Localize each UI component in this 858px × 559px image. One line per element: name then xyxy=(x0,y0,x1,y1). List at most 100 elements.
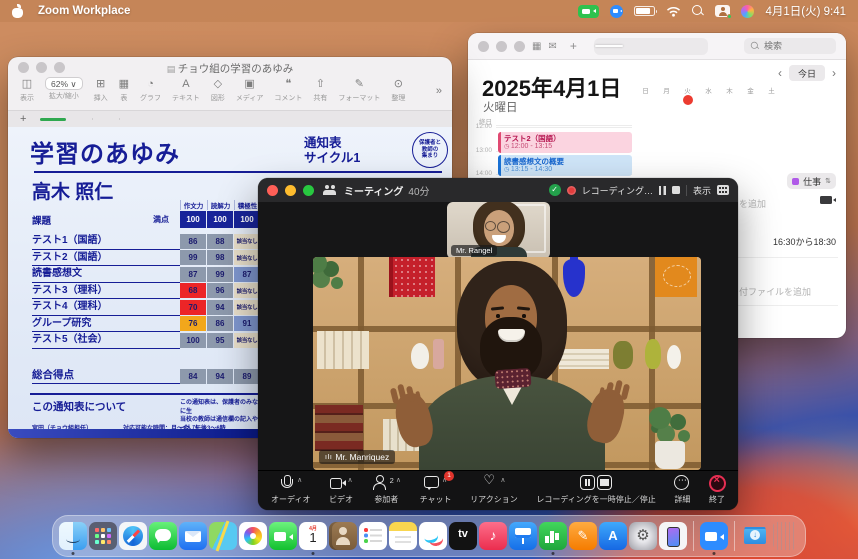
chat-button[interactable]: ∧ 1 チャット xyxy=(420,475,452,505)
calendar-titlebar[interactable]: + xyxy=(468,33,846,60)
mini-calendar-day[interactable] xyxy=(698,127,719,138)
menu-bar-clock[interactable]: 4月1日(火) 9:41 xyxy=(765,3,846,19)
mini-calendar-day[interactable] xyxy=(761,148,782,159)
zoom-titlebar[interactable]: ミーティング 40分 ✓ レコーディング… 表示 xyxy=(258,178,738,202)
participant-thumbnail-video[interactable]: Mr. Rangel xyxy=(447,202,550,259)
score-cell[interactable]: 76 xyxy=(180,316,206,331)
dock-icon-numbers[interactable] xyxy=(539,522,567,550)
mini-calendar-day[interactable] xyxy=(719,95,740,106)
mini-calendar-day[interactable] xyxy=(740,116,761,127)
event-test2-kokugo[interactable]: テスト2（国語） 12:00 - 13:15 xyxy=(498,132,632,153)
mini-calendar-day[interactable] xyxy=(635,137,656,148)
total-cell[interactable]: 84 xyxy=(180,369,206,384)
mini-calendar-day[interactable] xyxy=(677,95,698,106)
mini-calendar-day[interactable] xyxy=(740,106,761,117)
score-cell[interactable]: 86 xyxy=(207,316,233,331)
dock-icon-freeform[interactable] xyxy=(419,522,447,550)
score-cell[interactable]: 87 xyxy=(180,267,206,282)
event-dokusho-kansobun[interactable]: 読書感想文の概要 13:15 - 14:30 xyxy=(498,155,632,176)
search-input[interactable] xyxy=(764,41,824,51)
mini-calendar-day[interactable] xyxy=(740,127,761,138)
score-cell[interactable]: 該当なし xyxy=(234,250,260,265)
calendar-list-icon[interactable] xyxy=(532,41,541,52)
dock-icon-photos[interactable] xyxy=(239,522,267,550)
search-field[interactable] xyxy=(744,38,836,54)
mini-calendar-day[interactable] xyxy=(719,148,740,159)
spotlight-search-icon[interactable] xyxy=(692,5,704,17)
mini-calendar-day[interactable] xyxy=(698,106,719,117)
user-switcher-icon[interactable] xyxy=(715,5,730,17)
chevron-up-icon[interactable]: ∧ xyxy=(348,476,353,484)
mini-calendar-day[interactable] xyxy=(677,137,698,148)
mini-calendar-day[interactable] xyxy=(719,106,740,117)
score-cell[interactable]: 87 xyxy=(234,267,260,282)
numbers-comment-button[interactable]: ❝ コメント xyxy=(274,77,302,103)
chevron-up-icon[interactable]: ∧ xyxy=(500,476,505,484)
dock-icon-messages[interactable] xyxy=(149,522,177,550)
dock-icon-iphone-mirroring[interactable] xyxy=(659,522,687,550)
numbers-view-button[interactable]: ◫ 表示 xyxy=(20,77,34,103)
mini-calendar-day[interactable] xyxy=(740,137,761,148)
minimize-button[interactable] xyxy=(496,41,507,52)
battery-icon[interactable] xyxy=(634,6,655,16)
prev-day-button[interactable]: ‹ xyxy=(778,66,782,80)
numbers-text-button[interactable]: A テキスト xyxy=(172,77,200,103)
dock-icon-downloads[interactable] xyxy=(741,522,769,550)
mini-calendar-day[interactable] xyxy=(656,137,677,148)
total-cell[interactable]: 94 xyxy=(207,369,233,384)
numbers-organize-button[interactable]: ⊙ 整理 xyxy=(391,77,405,103)
mini-calendar-day[interactable] xyxy=(656,116,677,127)
dock-icon-system-settings[interactable] xyxy=(629,522,657,550)
dock-icon-pages[interactable] xyxy=(569,522,597,550)
dock-icon-reminders[interactable] xyxy=(359,522,387,550)
dock-icon-music[interactable] xyxy=(479,522,507,550)
end-meeting-button[interactable]: 終了 xyxy=(709,475,725,505)
reactions-button[interactable]: ∧ リアクション xyxy=(470,475,518,505)
dock-icon-notes[interactable] xyxy=(389,522,417,550)
mini-calendar-day[interactable] xyxy=(719,116,740,127)
dock-icon-app-store[interactable] xyxy=(599,522,627,550)
calendar-view-week[interactable] xyxy=(623,45,651,47)
mini-calendar-day[interactable] xyxy=(719,137,740,148)
calendar-view-month[interactable] xyxy=(651,45,679,47)
view-menu-label[interactable]: 表示 xyxy=(693,184,711,197)
sheet-tab-tsuji[interactable] xyxy=(120,118,146,120)
mini-calendar-day[interactable] xyxy=(761,95,782,106)
numbers-shape-button[interactable]: ◇ 図形 xyxy=(211,77,225,103)
score-cell[interactable]: 98 xyxy=(207,250,233,265)
zoom-window-button[interactable] xyxy=(514,41,525,52)
mini-calendar-day[interactable] xyxy=(761,127,782,138)
numbers-chart-button[interactable]: ◔ グラフ xyxy=(140,77,161,103)
dock-icon-maps[interactable] xyxy=(209,522,237,550)
dock-icon-contacts[interactable] xyxy=(329,522,357,550)
mini-calendar-day[interactable] xyxy=(656,127,677,138)
mini-calendar-day[interactable] xyxy=(635,148,656,159)
add-attachment-fragment[interactable]: 付ファイルを追加 xyxy=(739,285,811,298)
numbers-share-button[interactable]: ⇧ 共有 xyxy=(313,77,327,103)
mini-calendar-day[interactable] xyxy=(698,148,719,159)
score-cell[interactable]: 91 xyxy=(234,316,260,331)
mini-calendar-day[interactable] xyxy=(698,137,719,148)
inbox-icon[interactable] xyxy=(548,41,556,52)
next-day-button[interactable]: › xyxy=(832,66,836,80)
calendar-view-day[interactable] xyxy=(595,45,623,47)
numbers-format-button[interactable]: ✎ フォーマット xyxy=(338,77,380,103)
dock-icon-facetime[interactable] xyxy=(269,522,297,550)
sheet-tab-takagi[interactable] xyxy=(40,118,66,121)
score-cell[interactable]: 99 xyxy=(207,267,233,282)
add-invitees-fragment[interactable]: を追加 xyxy=(739,197,766,210)
score-cell[interactable]: 88 xyxy=(207,234,233,249)
dock-icon-safari[interactable] xyxy=(119,522,147,550)
dock-icon-trash[interactable] xyxy=(773,522,797,550)
sheet-tab-kobayashi[interactable] xyxy=(93,118,120,120)
chevron-up-icon[interactable]: ∧ xyxy=(396,476,401,484)
add-sheet-button[interactable]: + xyxy=(20,113,26,125)
gallery-view-icon[interactable] xyxy=(717,185,729,195)
stop-recording-icon[interactable] xyxy=(672,186,680,194)
mini-calendar-day[interactable] xyxy=(719,127,740,138)
pause-recording-icon[interactable] xyxy=(659,186,666,195)
total-cell[interactable]: 89 xyxy=(234,369,260,384)
mini-calendar-day[interactable] xyxy=(677,127,698,138)
mini-calendar-day[interactable] xyxy=(677,148,698,159)
app-menu-title[interactable]: Zoom Workplace xyxy=(38,5,130,17)
